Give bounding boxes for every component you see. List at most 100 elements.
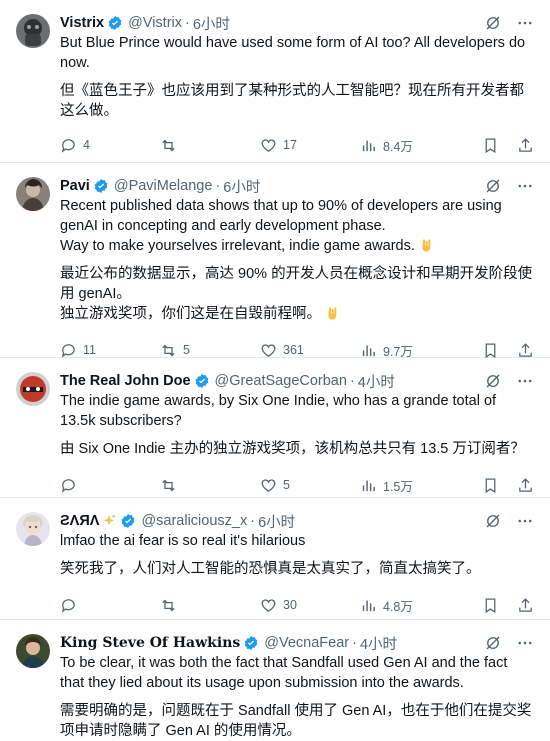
like-button[interactable]: 5 [260, 477, 360, 494]
like-count: 5 [283, 478, 290, 492]
author-handle[interactable]: @VecnaFear [264, 635, 349, 651]
bookmark-icon[interactable] [482, 137, 499, 154]
more-options-icon[interactable] [516, 634, 534, 652]
tweet-translation: 笑死我了，人们对人工智能的恐惧真是太真实了，简直太搞笑了。 [60, 561, 481, 577]
tweet-translation-body: 最近公布的数据显示，高达 90% 的开发人员在概念设计和早期开发阶段使用 gen… [60, 266, 533, 322]
reply-icon [61, 598, 75, 613]
verified-badge-icon [108, 16, 122, 30]
like-count: 17 [283, 138, 297, 152]
avatar[interactable] [16, 177, 50, 211]
avatar[interactable] [16, 14, 50, 48]
heart-icon [261, 598, 276, 612]
heart-icon [261, 478, 276, 492]
reply-icon [61, 343, 75, 358]
retweet-icon [162, 479, 175, 491]
views-button[interactable]: 1.5万 [360, 476, 460, 495]
author-name[interactable]: Vistrix [60, 15, 104, 31]
timestamp[interactable]: 4小时 [358, 371, 395, 392]
retweet-button[interactable] [160, 137, 260, 154]
retweet-icon [162, 344, 175, 356]
bookmark-icon[interactable] [482, 342, 499, 359]
reply-button[interactable]: 11 [60, 342, 160, 359]
separator-dot: · [215, 178, 221, 194]
timestamp[interactable]: 6小时 [258, 511, 295, 532]
views-button[interactable]: 9.7万 [360, 341, 460, 360]
retweet-icon [162, 599, 175, 611]
more-options-icon[interactable] [516, 177, 534, 195]
reply-button[interactable] [60, 477, 160, 494]
author-handle[interactable]: @saraliciousz_x [141, 513, 247, 529]
verified-badge-icon [195, 374, 208, 388]
grok-icon[interactable] [484, 177, 502, 195]
views-chart-icon [362, 480, 375, 491]
views-chart-icon [362, 140, 375, 151]
tweet-text: But Blue Prince would have used some for… [60, 35, 530, 71]
like-button[interactable]: 17 [260, 137, 360, 154]
separator-dot: · [185, 15, 190, 31]
avatar[interactable] [16, 372, 50, 406]
tweet-translation: 需要明确的是，问题既在于 Sandfall 使用了 Gen AI，也在于他们在提… [60, 703, 532, 739]
tweet-translation: 由 Six One Indie 主办的独立游戏奖项，该机构总共只有 13.5 万… [60, 441, 525, 457]
like-count: 361 [283, 343, 304, 357]
views-chart-icon [362, 345, 375, 356]
rock-hand-emoji-icon [422, 239, 431, 252]
author-handle[interactable]: @PaviMelange [114, 178, 213, 194]
tweet-vistrix[interactable]: Vistrix @Vistrix · 6小时 But Blue Prince w… [0, 0, 550, 163]
tweet-text: lmfao the ai fear is so real it's hilari… [60, 533, 306, 549]
grok-icon[interactable] [484, 634, 502, 652]
reply-icon [61, 138, 75, 153]
share-icon[interactable] [517, 597, 534, 614]
tweet-king-steve[interactable]: King Steve Of Hawkins @VecnaFear · 4小时 T… [0, 620, 550, 739]
tweet-text-body: Recent published data shows that up to 9… [60, 198, 502, 254]
bookmark-icon[interactable] [482, 597, 499, 614]
avatar[interactable] [16, 512, 50, 546]
verified-badge-icon [244, 636, 258, 650]
tweet-the-real-john-doe[interactable]: The Real John Doe @GreatSageCorban · 4小时… [0, 358, 550, 498]
author-name[interactable]: The Real John Doe [60, 373, 191, 389]
more-options-icon[interactable] [516, 512, 534, 530]
verified-badge-icon [94, 179, 108, 193]
like-count: 30 [283, 598, 297, 612]
separator-dot: · [349, 373, 355, 389]
separator-dot: · [352, 635, 357, 651]
view-count: 4.8万 [383, 599, 413, 614]
view-count: 9.7万 [383, 344, 413, 359]
reply-count: 4 [83, 138, 90, 152]
tweet-text: To be clear, it was both the fact that S… [60, 655, 512, 691]
views-button[interactable]: 4.8万 [360, 596, 460, 615]
author-handle[interactable]: @GreatSageCorban [215, 373, 347, 389]
share-icon[interactable] [517, 137, 534, 154]
author-name[interactable]: King Steve Of Hawkins [60, 635, 240, 651]
author-handle[interactable]: @Vistrix [128, 15, 182, 31]
share-icon[interactable] [517, 477, 534, 494]
reply-button[interactable]: 4 [60, 137, 160, 154]
reply-count: 11 [83, 343, 96, 357]
timestamp[interactable]: 6小时 [193, 13, 230, 34]
grok-icon[interactable] [484, 512, 502, 530]
avatar[interactable] [16, 634, 50, 668]
tweet-text: The indie game awards, by Six One Indie,… [60, 393, 501, 429]
author-name[interactable]: Pavi [60, 178, 90, 194]
timestamp[interactable]: 6小时 [223, 176, 260, 197]
views-button[interactable]: 8.4万 [360, 136, 460, 155]
more-options-icon[interactable] [516, 372, 534, 390]
like-button[interactable]: 30 [260, 597, 360, 614]
tweet-sara[interactable]: ƧΛЯΛ @saraliciousz_x · 6小时 lmfao the ai … [0, 498, 550, 620]
retweet-button[interactable] [160, 597, 260, 614]
retweet-button[interactable] [160, 477, 260, 494]
retweet-count: 5 [183, 343, 190, 357]
author-name[interactable]: ƧΛЯΛ [60, 513, 99, 529]
timestamp[interactable]: 4小时 [360, 633, 397, 654]
more-options-icon[interactable] [516, 14, 534, 32]
share-icon[interactable] [517, 342, 534, 359]
reply-feed: Vistrix @Vistrix · 6小时 But Blue Prince w… [0, 0, 550, 739]
rock-hand-emoji-icon [328, 307, 337, 320]
grok-icon[interactable] [484, 372, 502, 390]
retweet-button[interactable]: 5 [160, 342, 260, 359]
grok-icon[interactable] [484, 14, 502, 32]
tweet-pavi[interactable]: Pavi @PaviMelange · 6小时 Recent published… [0, 163, 550, 360]
bookmark-icon[interactable] [482, 477, 499, 494]
reply-button[interactable] [60, 597, 160, 614]
like-button[interactable]: 361 [260, 342, 360, 359]
separator-dot: · [250, 513, 256, 529]
